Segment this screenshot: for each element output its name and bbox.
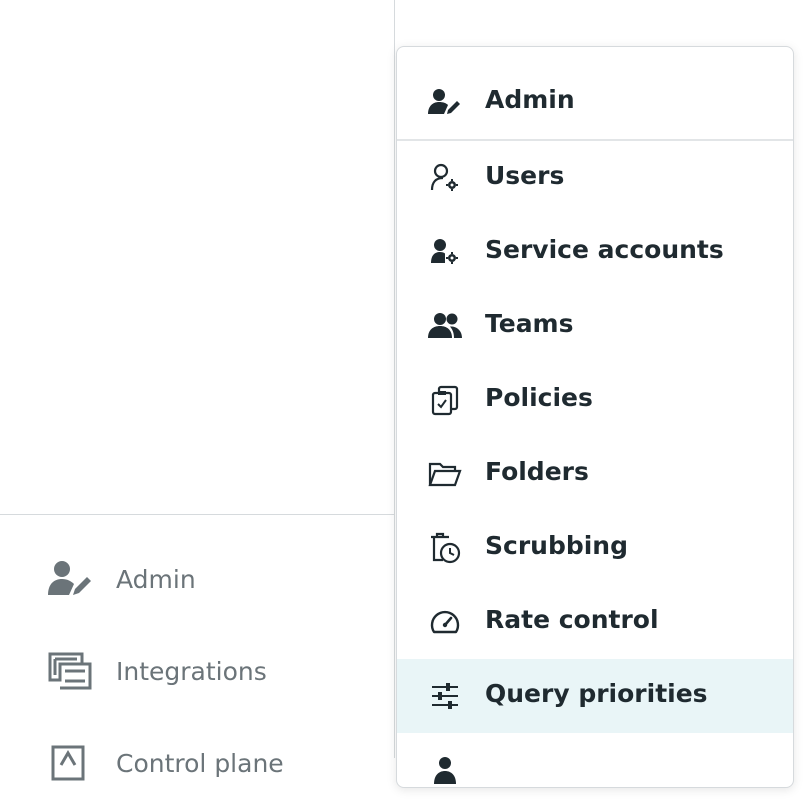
menu-item-policies[interactable]: Policies — [397, 363, 793, 437]
menu-item-query-priorities[interactable]: Query priorities — [397, 659, 793, 733]
user-gear-outline-icon — [427, 160, 463, 196]
sidebar-border — [394, 0, 395, 758]
menu-item-label: Policies — [485, 383, 593, 412]
menu-item-service-accounts[interactable]: Service accounts — [397, 215, 793, 289]
sidebar-item-integrations[interactable]: Integrations — [0, 625, 394, 717]
menu-header-label: Admin — [485, 85, 575, 114]
menu-item-label: Query priorities — [485, 679, 708, 708]
menu-item-scrubbing[interactable]: Scrubbing — [397, 511, 793, 585]
sliders-icon — [427, 678, 463, 714]
user-gear-icon — [427, 234, 463, 270]
menu-item-folders[interactable]: Folders — [397, 437, 793, 511]
user-edit-icon — [46, 555, 94, 603]
sidebar-item-label: Integrations — [116, 656, 267, 686]
menu-header-admin[interactable]: Admin — [397, 47, 793, 141]
sidebar-item-label: Control plane — [116, 748, 284, 778]
menu-item-label: Service accounts — [485, 235, 724, 264]
menu-item-users[interactable]: Users — [397, 141, 793, 215]
sidebar-item-control-plane[interactable]: Control plane — [0, 717, 394, 809]
menu-item-label: Folders — [485, 457, 589, 486]
admin-dropdown-menu: Admin Users Service accounts Teams Polic… — [396, 46, 794, 788]
sidebar-item-admin[interactable]: Admin — [0, 533, 394, 625]
sidebar-item-label: Admin — [116, 564, 196, 594]
menu-item-label: Teams — [485, 309, 574, 338]
sidebar-divider — [0, 514, 394, 515]
user-icon — [427, 752, 463, 787]
menu-item-partial[interactable] — [397, 733, 793, 787]
folder-open-icon — [427, 456, 463, 492]
menu-item-rate-control[interactable]: Rate control — [397, 585, 793, 659]
menu-item-label: Rate control — [485, 605, 659, 634]
menu-item-teams[interactable]: Teams — [397, 289, 793, 363]
menu-item-label: Scrubbing — [485, 531, 629, 560]
sidebar: Admin Integrations Control plane — [0, 0, 394, 781]
gauge-icon — [427, 604, 463, 640]
users-icon — [427, 308, 463, 344]
integrations-icon — [46, 647, 94, 695]
user-edit-icon — [427, 84, 463, 120]
menu-item-label: Users — [485, 161, 565, 190]
trash-clock-icon — [427, 530, 463, 566]
control-plane-icon — [46, 739, 94, 787]
clipboard-check-icon — [427, 382, 463, 418]
